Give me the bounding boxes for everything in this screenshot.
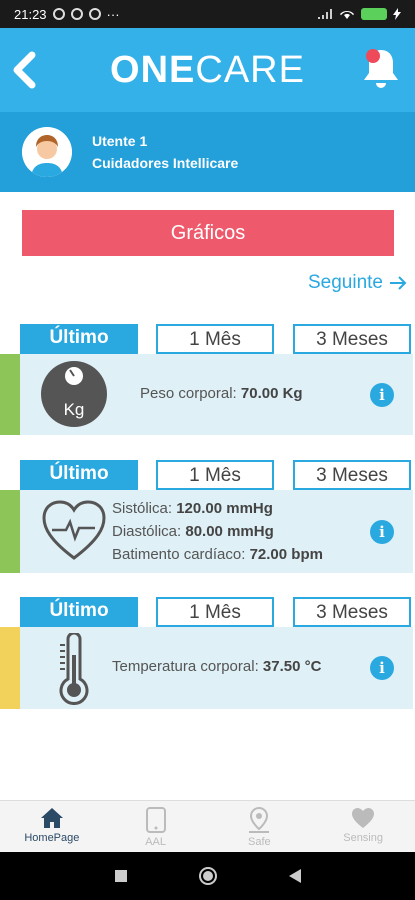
scale-kg-icon: Kg: [41, 361, 107, 427]
nav-label: Sensing: [343, 832, 383, 844]
app-header: ONECARE: [0, 28, 415, 112]
tab-one-month[interactable]: 1 Mês: [156, 324, 274, 354]
chevron-left-icon: [13, 51, 36, 89]
avatar: [22, 127, 72, 177]
heart-pulse-icon: [42, 500, 106, 560]
home-button-icon[interactable]: [198, 866, 218, 886]
tablet-icon: [145, 807, 166, 833]
nav-homepage[interactable]: HomePage: [0, 801, 104, 852]
tab-one-month[interactable]: 1 Mês: [156, 460, 274, 490]
charging-icon: [393, 8, 401, 20]
back-button[interactable]: [6, 42, 42, 98]
tab-latest[interactable]: Último: [20, 460, 138, 490]
user-name: Utente 1: [92, 133, 148, 149]
notification-icon: [52, 8, 65, 20]
svg-text:Kg: Kg: [64, 400, 85, 419]
systolic-line: Sistólica: 120.00 mmHg: [112, 500, 273, 517]
nav-label: AAL: [145, 836, 167, 848]
info-icon[interactable]: i: [370, 383, 394, 407]
more-notifications: ···: [106, 6, 120, 22]
arrow-right-icon: [390, 276, 407, 290]
weight-section: Último 1 Mês 3 Meses Kg Peso corporal: 7…: [0, 324, 415, 435]
temperature-line: Temperatura corporal: 37.50 °C: [112, 658, 322, 675]
weight-line: Peso corporal: 70.00 Kg: [140, 385, 303, 402]
tab-latest[interactable]: Último: [20, 597, 138, 627]
nav-aal[interactable]: AAL: [104, 801, 208, 852]
card-accent: [0, 627, 20, 709]
card-accent: [0, 490, 20, 573]
user-bar: Utente 1 Cuidadores Intellicare: [0, 112, 415, 192]
period-tabs: Último 1 Mês 3 Meses: [0, 324, 415, 354]
tab-three-months[interactable]: 3 Meses: [293, 460, 411, 490]
status-time: 21:23: [14, 6, 47, 22]
period-tabs: Último 1 Mês 3 Meses: [0, 460, 415, 490]
heart-icon: [352, 808, 375, 828]
diastolic-line: Diastólica: 80.00 mmHg: [112, 523, 274, 540]
nav-label: Safe: [248, 836, 271, 848]
app-logo: ONECARE: [110, 48, 305, 91]
temperature-card: Temperatura corporal: 37.50 °C i: [0, 627, 413, 709]
battery-icon: [361, 8, 387, 20]
back-triangle-icon[interactable]: [288, 868, 302, 884]
wifi-icon: [340, 10, 354, 19]
nav-safe[interactable]: Safe: [208, 801, 312, 852]
notifications-button[interactable]: [359, 44, 403, 94]
signal-icon: [318, 9, 332, 19]
blood-pressure-section: Último 1 Mês 3 Meses Sistólica: 120.00 m…: [0, 460, 415, 573]
seguinte-label: Seguinte: [307, 272, 383, 293]
home-icon: [40, 808, 63, 828]
system-nav-bar: [0, 852, 415, 900]
app-notification-icon: [88, 8, 101, 20]
recent-apps-icon[interactable]: [114, 869, 128, 883]
seguinte-link[interactable]: Seguinte: [308, 272, 407, 294]
info-icon[interactable]: i: [370, 520, 394, 544]
card-accent: [0, 354, 20, 435]
nav-sensing[interactable]: Sensing: [311, 801, 415, 852]
user-organization: Cuidadores Intellicare: [92, 155, 239, 171]
tab-three-months[interactable]: 3 Meses: [293, 597, 411, 627]
nav-label: HomePage: [24, 832, 80, 844]
status-bar: 21:23 ···: [0, 0, 415, 28]
tab-latest[interactable]: Último: [20, 324, 138, 354]
graficos-button[interactable]: Gráficos: [22, 210, 394, 256]
blood-pressure-card: Sistólica: 120.00 mmHg Diastólica: 80.00…: [0, 490, 413, 573]
temperature-section: Último 1 Mês 3 Meses Temperatura corpora…: [0, 597, 415, 709]
tab-three-months[interactable]: 3 Meses: [293, 324, 411, 354]
tab-one-month[interactable]: 1 Mês: [156, 597, 274, 627]
info-icon[interactable]: i: [370, 656, 394, 680]
location-pin-icon: [249, 807, 270, 833]
whatsapp-icon: [70, 8, 83, 20]
period-tabs: Último 1 Mês 3 Meses: [0, 597, 415, 627]
thermometer-icon: [59, 633, 89, 705]
bell-icon: [364, 49, 398, 88]
bottom-nav: HomePage AAL Safe Sensing: [0, 800, 415, 852]
weight-card: Kg Peso corporal: 70.00 Kg i: [0, 354, 413, 435]
heart-rate-line: Batimento cardíaco: 72.00 bpm: [112, 546, 323, 563]
